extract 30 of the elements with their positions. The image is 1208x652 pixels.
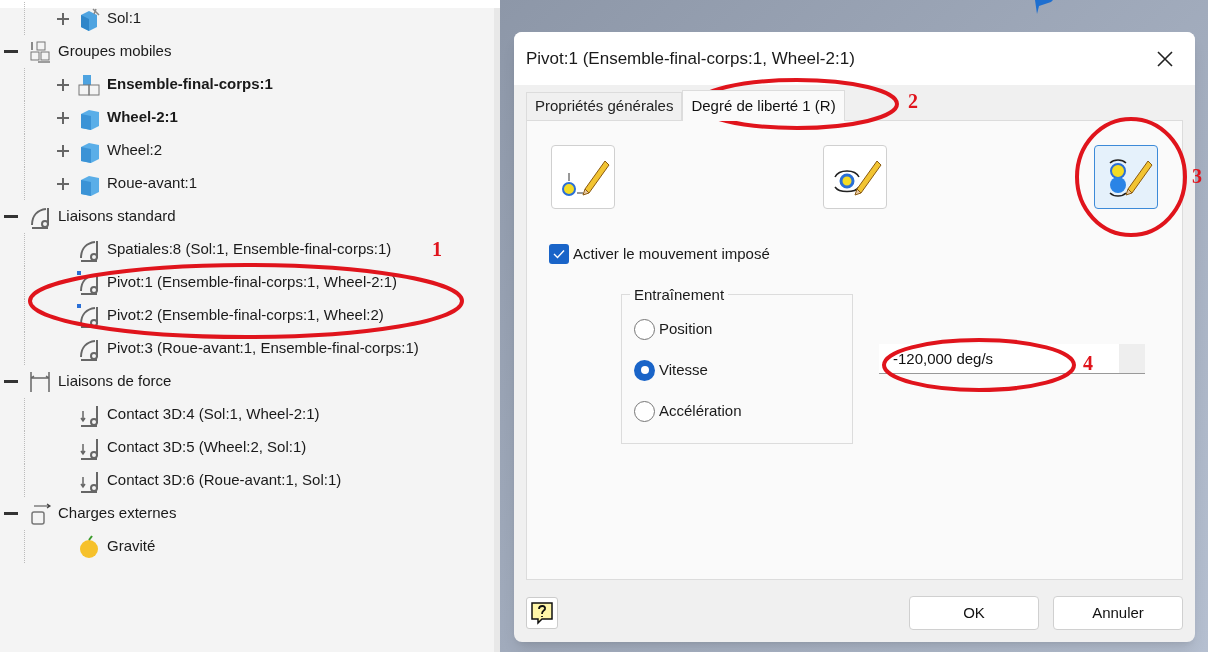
tree-item[interactable]: Wheel:2 — [107, 139, 163, 162]
tree-item[interactable]: Ensemble-final-corps:1 — [107, 73, 273, 96]
tree-item[interactable]: Groupes mobiles — [58, 40, 172, 63]
dialog-title: Pivot:1 (Ensemble-final-corps:1, Wheel-2:1) — [526, 47, 855, 70]
tree-item[interactable]: Charges externes — [58, 502, 177, 525]
tree-item[interactable]: Gravité — [107, 535, 156, 558]
annotation-number: 3 — [1192, 165, 1202, 187]
tree-item[interactable]: Liaisons standard — [58, 205, 176, 228]
tree-item[interactable]: Pivot:2 (Ensemble-final-corps:1, Wheel:2) — [107, 304, 384, 327]
tree-item[interactable]: Spatiales:8 (Sol:1, Ensemble-final-corps:1) — [107, 238, 392, 261]
annotation-number: 4 — [1083, 352, 1093, 374]
tree-item[interactable]: Pivot:1 (Ensemble-final-corps:1, Wheel-2:1) — [107, 271, 398, 294]
tree-item[interactable]: Contact 3D:6 (Roue-avant:1, Sol:1) — [107, 469, 342, 492]
tree-item[interactable]: Contact 3D:5 (Wheel:2, Sol:1) — [107, 436, 307, 459]
tab[interactable]: Propriétés générales — [526, 92, 683, 120]
tree-item[interactable]: Roue-avant:1 — [107, 172, 198, 195]
annotation-number: 2 — [908, 90, 918, 112]
dialog-button[interactable]: OK — [909, 596, 1039, 630]
tree-item[interactable]: Contact 3D:4 (Sol:1, Wheel-2:1) — [107, 403, 320, 426]
annotation-number: 1 — [432, 238, 442, 260]
tree-item[interactable]: Liaisons de force — [58, 370, 172, 393]
tab[interactable]: Degré de liberté 1 (R) — [682, 90, 845, 121]
radio-label: Vitesse — [659, 359, 708, 380]
dialog-button[interactable]: Annuler — [1053, 596, 1183, 630]
radio-label: Position — [659, 318, 713, 339]
radio-label: Accélération — [659, 400, 742, 421]
tree-item[interactable]: Pivot:3 (Roue-avant:1, Ensemble-final-corps:1) — [107, 337, 419, 360]
tree-item[interactable]: Sol:1 — [107, 7, 142, 30]
tree-item[interactable]: Wheel-2:1 — [107, 106, 178, 129]
checkbox-label: Activer le mouvement imposé — [573, 244, 770, 264]
